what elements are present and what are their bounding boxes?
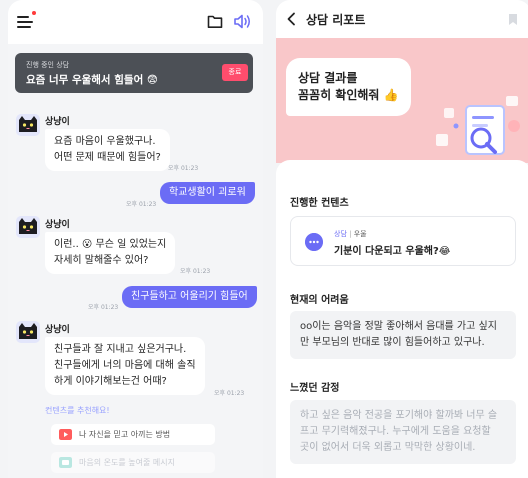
bot-avatar (16, 321, 40, 343)
bookmark-icon[interactable] (508, 13, 518, 26)
bot-message-bubble: 요즘 마음이 우울했구나. 어떤 문제 때문에 힘들어? (45, 129, 170, 171)
section-title: 진행한 컨텐츠 (290, 198, 349, 209)
message-line: 하게 이야기해보는건 어때? (54, 376, 167, 387)
banner-speech-bubble: 상담 결과를 꼼꼼히 확인해줘 👍 (286, 58, 411, 116)
user-message-bubble: 학교생활이 괴로워 (160, 182, 255, 204)
back-chevron-icon[interactable] (286, 12, 296, 26)
content-meta: 상담 | 우울 (334, 229, 367, 239)
message-line: 친구들과 잘 지내고 싶은거구나. (54, 344, 187, 355)
bot-name: 상냥이 (45, 220, 70, 230)
content-category: 우울 (353, 230, 367, 238)
report-header: 상담 리포트 (276, 0, 528, 38)
bot-avatar (16, 216, 40, 238)
session-label: 진행 중인 상담 (26, 61, 70, 69)
message-line: 이런.. 😮 무슨 일 있었는지 (54, 239, 167, 250)
recommended-content-item[interactable]: 마음의 온도를 높여줄 메시지 (51, 452, 215, 473)
page-title: 상담 리포트 (306, 13, 366, 27)
message-time: 오후 01:23 (180, 268, 211, 275)
message-time: 오후 01:23 (214, 390, 245, 397)
message-line: 친구들에게 너의 마음에 대해 솔직 (54, 360, 196, 371)
text-line: 하고 싶은 음악 전공을 포기해야 할까봐 너무 슬 (300, 410, 498, 421)
report-banner: 상담 결과를 꼼꼼히 확인해줘 👍 (276, 38, 528, 163)
section-title: 느꼈던 감정 (290, 383, 340, 394)
menu-icon[interactable] (17, 15, 33, 29)
recommended-content-label: 나 자신을 믿고 아끼는 방법 (79, 430, 171, 439)
bot-message-bubble: 친구들과 잘 지내고 싶은거구나. 친구들에게 너의 마음에 대해 솔직 하게 … (45, 337, 205, 395)
difficulty-text: oo이는 음악을 정말 좋아해서 음대를 가고 싶지 만 부모님의 반대로 많이… (290, 311, 516, 359)
report-content-card: 진행한 컨텐츠 상담 | 우울 기분이 다운되고 우울해?😂 현재의 어려움 o… (276, 160, 528, 478)
notification-dot (32, 11, 36, 15)
text-line: 만 부모님의 반대로 많이 힘들어하고 있구나. (300, 337, 485, 348)
banner-text: 상담 결과를 꼼꼼히 확인해줘 👍 (298, 70, 399, 104)
message-line: 요즘 마음이 우울했구나. (54, 136, 156, 147)
message-time: 오후 01:23 (126, 201, 157, 208)
chat-header (8, 0, 263, 44)
banner-line: 꼼꼼히 확인해줘 👍 (298, 88, 399, 102)
bot-name: 상냥이 (45, 117, 70, 127)
speaker-icon[interactable] (233, 13, 253, 30)
chat-screen: 진행 중인 상담 요즘 너무 우울해서 힘들어 😨 종료 상냥이 요즘 마음이 … (8, 0, 263, 478)
message-line: 자세히 말해줄수 있어? (54, 255, 149, 266)
ongoing-session-card[interactable]: 진행 중인 상담 요즘 너무 우울해서 힘들어 😨 종료 (15, 53, 253, 93)
banner-line: 상담 결과를 (298, 71, 358, 85)
message-time: 오후 01:23 (88, 304, 119, 311)
text-line: 곳이 없어서 더욱 외롭고 막막한 상황이네. (300, 442, 476, 453)
content-tag: 상담 (334, 230, 347, 238)
recommended-content-item[interactable]: 나 자신을 믿고 아끼는 방법 (51, 424, 215, 445)
message-time: 오후 01:23 (168, 165, 199, 172)
feeling-text: 하고 싶은 음악 전공을 포기해야 할까봐 너무 슬 프고 무기력해졌구나. 누… (290, 400, 516, 464)
text-line: oo이는 음악을 정말 좋아해서 음대를 가고 싶지 (300, 321, 497, 332)
content-item[interactable]: 상담 | 우울 기분이 다운되고 우울해?😂 (290, 216, 516, 266)
recommended-content-label: 마음의 온도를 높여줄 메시지 (79, 458, 175, 467)
bot-avatar (16, 114, 40, 136)
report-screen: 상담 리포트 상담 결과를 꼼꼼히 확인해줘 👍 진행한 컨텐츠 상담 | 우울… (276, 0, 528, 478)
play-icon (59, 429, 72, 440)
message-line: 어떤 문제 때문에 힘들어? (54, 152, 161, 163)
message-icon (59, 457, 72, 468)
bot-name: 상냥이 (45, 325, 70, 335)
bot-message-bubble: 이런.. 😮 무슨 일 있었는지 자세히 말해줄수 있어? (45, 232, 176, 274)
session-title: 요즘 너무 우울해서 힘들어 😨 (26, 74, 158, 86)
text-line: 프고 무기력해졌구나. 누구에게 도움을 요청할 (300, 426, 491, 437)
report-illustration-icon (436, 96, 520, 155)
chat-bubble-icon (305, 233, 323, 251)
folder-icon[interactable] (207, 14, 223, 29)
content-separator: | (349, 230, 352, 238)
user-message-bubble: 친구들하고 어울리기 힘들어 (122, 286, 257, 308)
section-title: 현재의 어려움 (290, 295, 349, 306)
content-name: 기분이 다운되고 우울해?😂 (334, 246, 451, 257)
recommend-label: 컨텐츠를 추천해요! (45, 406, 110, 415)
end-session-button[interactable]: 종료 (222, 64, 248, 81)
